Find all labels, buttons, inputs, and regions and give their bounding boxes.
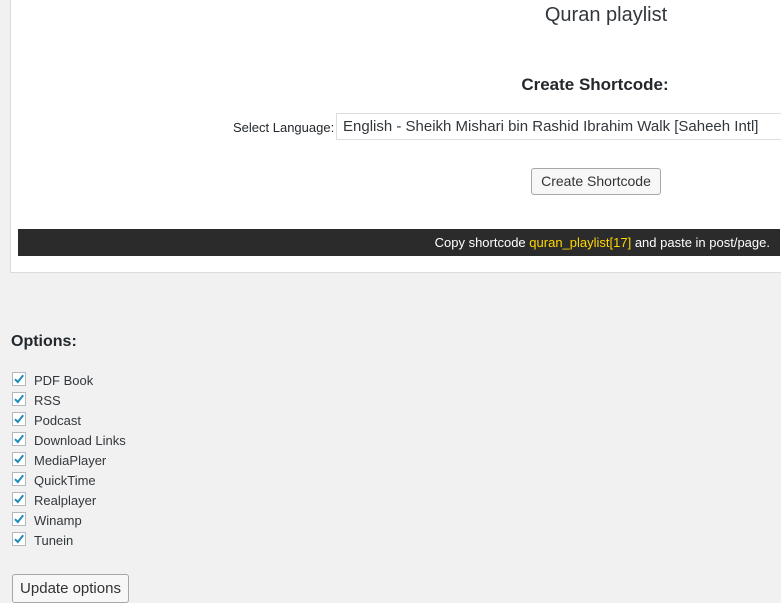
check-icon — [14, 474, 24, 484]
check-icon — [14, 374, 24, 384]
option-label: RSS — [34, 392, 61, 408]
option-label: PDF Book — [34, 372, 94, 388]
option-label: QuickTime — [34, 472, 96, 488]
options-list: PDF Book RSS Podcast Download Links Medi… — [12, 370, 126, 550]
shortcode-suffix: and paste in post/page. — [634, 235, 770, 250]
option-mediaplayer: MediaPlayer — [12, 450, 126, 470]
option-label: MediaPlayer — [34, 452, 107, 468]
option-label: Download Links — [34, 432, 126, 448]
check-icon — [14, 394, 24, 404]
mediaplayer-checkbox[interactable] — [12, 452, 26, 466]
page-title: Quran playlist — [544, 4, 668, 26]
option-label: Winamp — [34, 512, 82, 528]
create-shortcode-heading: Create Shortcode: — [521, 75, 669, 94]
shortcode-prefix: Copy shortcode — [434, 235, 526, 250]
podcast-checkbox[interactable] — [12, 412, 26, 426]
check-icon — [14, 514, 24, 524]
quicktime-checkbox[interactable] — [12, 472, 26, 486]
create-shortcode-button[interactable]: Create Shortcode — [531, 168, 661, 195]
select-language-label: Select Language: — [233, 120, 335, 135]
option-winamp: Winamp — [12, 510, 126, 530]
check-icon — [14, 434, 24, 444]
pdf-book-checkbox[interactable] — [12, 372, 26, 386]
check-icon — [14, 414, 24, 424]
option-download-links: Download Links — [12, 430, 126, 450]
option-label: Tunein — [34, 532, 74, 548]
shortcode-output-bar: Copy shortcode quran_playlist[17] and pa… — [18, 229, 780, 256]
option-quicktime: QuickTime — [12, 470, 126, 490]
option-pdf-book: PDF Book — [12, 370, 126, 390]
check-icon — [14, 494, 24, 504]
option-label: Podcast — [34, 412, 81, 428]
download-links-checkbox[interactable] — [12, 432, 26, 446]
option-podcast: Podcast — [12, 410, 126, 430]
check-icon — [14, 454, 24, 464]
check-icon — [14, 534, 24, 544]
winamp-checkbox[interactable] — [12, 512, 26, 526]
option-tunein: Tunein — [12, 530, 126, 550]
option-rss: RSS — [12, 390, 126, 410]
rss-checkbox[interactable] — [12, 392, 26, 406]
options-title: Options: — [11, 333, 77, 350]
update-options-button[interactable]: Update options — [12, 574, 129, 603]
shortcode-code: quran_playlist[17] — [529, 235, 632, 250]
tunein-checkbox[interactable] — [12, 532, 26, 546]
option-label: Realplayer — [34, 492, 97, 508]
realplayer-checkbox[interactable] — [12, 492, 26, 506]
language-select[interactable]: English - Sheikh Mishari bin Rashid Ibra… — [336, 113, 781, 140]
option-realplayer: Realplayer — [12, 490, 126, 510]
